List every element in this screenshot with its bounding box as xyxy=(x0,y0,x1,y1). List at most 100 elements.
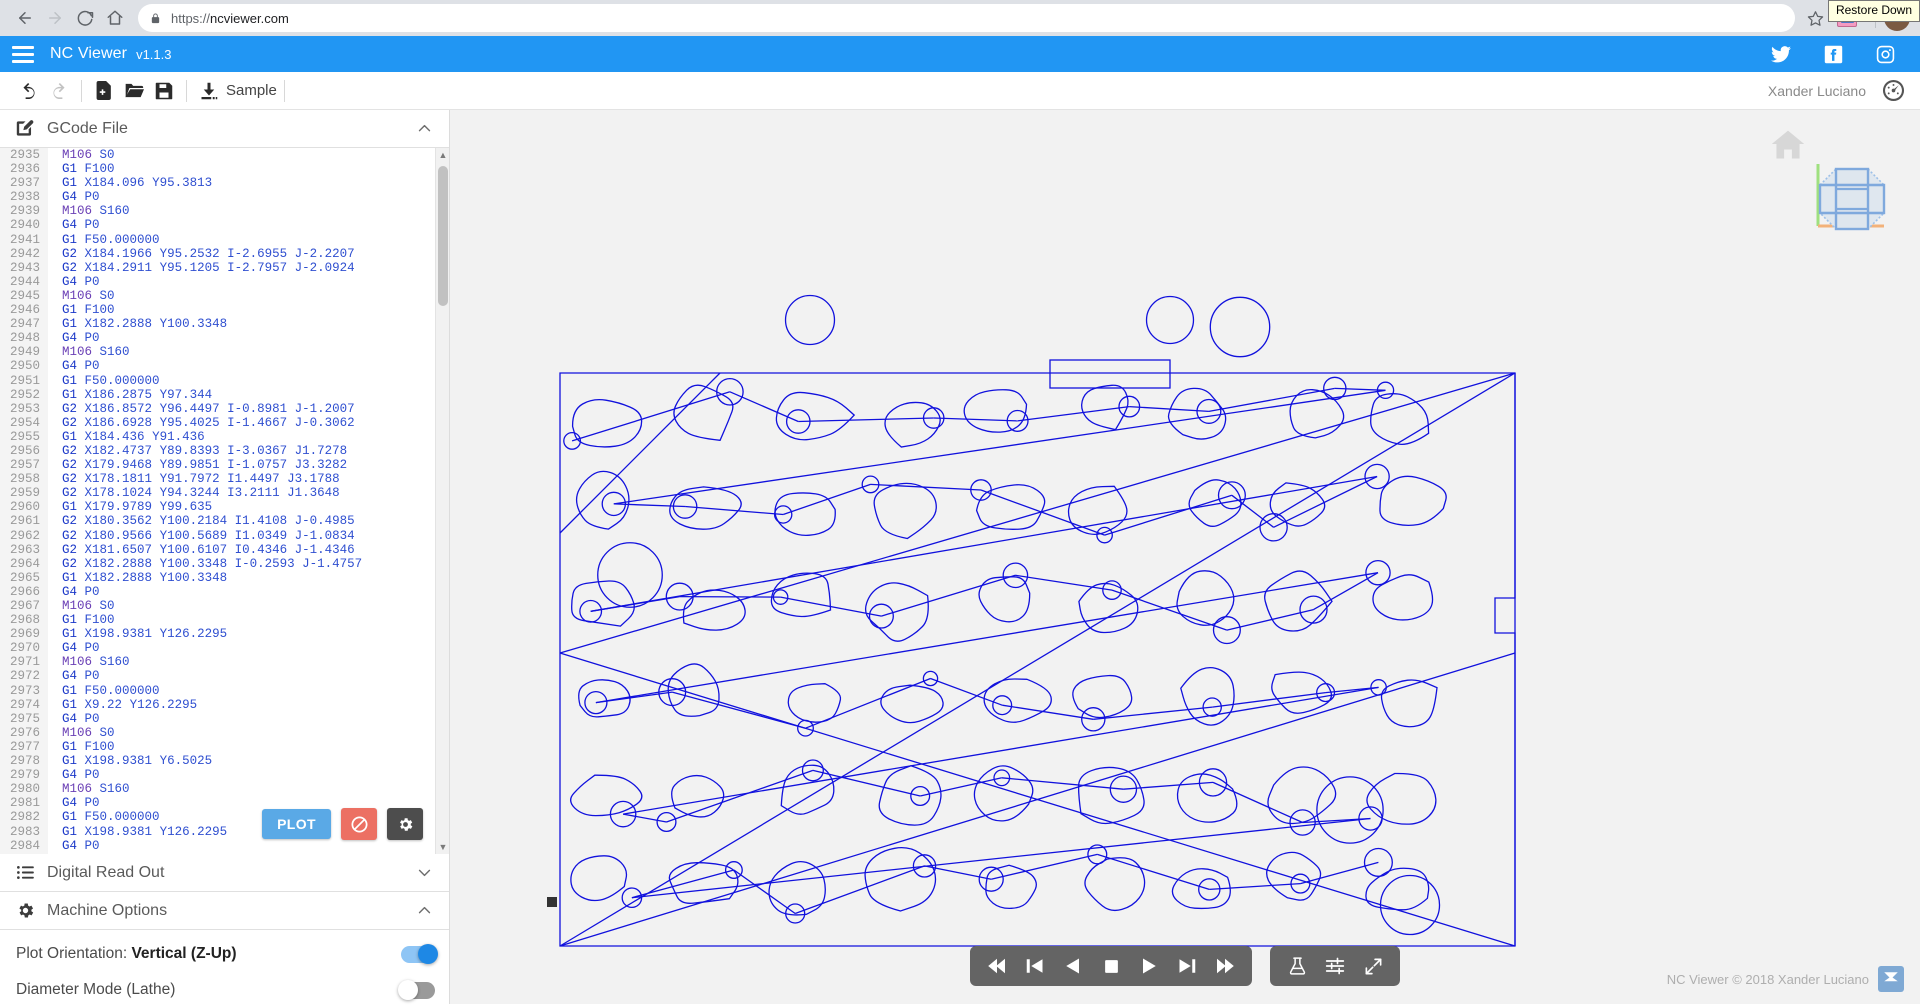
editor-settings-button[interactable] xyxy=(387,808,423,840)
gcode-line[interactable]: 2975 G4 P0 xyxy=(0,711,435,726)
gcode-line[interactable]: 2953 G2 X186.8572 Y96.4497 I-0.8981 J-1.2… xyxy=(0,401,435,416)
gcode-line[interactable]: 2970 G4 P0 xyxy=(0,641,435,656)
option-label: Diameter Mode (Lathe) xyxy=(16,981,401,999)
gcode-line[interactable]: 2937 G1 X184.096 Y95.3813 xyxy=(0,176,435,191)
gcode-line[interactable]: 2974 G1 X9.22 Y126.2295 xyxy=(0,697,435,712)
gcode-line[interactable]: 2956 G2 X182.4737 Y89.8393 I-3.0367 J1.72… xyxy=(0,443,435,459)
gcode-line[interactable]: 2978 G1 X198.9381 Y6.5025 xyxy=(0,754,435,769)
browser-back-button[interactable] xyxy=(10,3,40,33)
plot-button[interactable]: PLOT xyxy=(262,809,331,839)
browser-forward-button[interactable] xyxy=(40,3,70,33)
gcode-line-number: 2960 xyxy=(0,500,48,515)
gcode-line[interactable]: 2965 G1 X182.2888 Y100.3348 xyxy=(0,570,435,585)
chevron-up-icon[interactable] xyxy=(416,120,433,137)
panel-header-machine-options[interactable]: Machine Options xyxy=(0,892,449,930)
gcode-line[interactable]: 2942 G2 X184.1966 Y95.2532 I-2.6955 J-2.2… xyxy=(0,246,435,261)
step-back-button[interactable] xyxy=(1024,955,1046,977)
open-file-button[interactable] xyxy=(119,76,149,106)
gcode-line[interactable]: 2973 G1 F50.000000 xyxy=(0,683,435,698)
undo-button[interactable] xyxy=(14,76,44,106)
editor-scrollbar[interactable]: ▲ ▼ xyxy=(435,148,449,854)
new-file-button[interactable] xyxy=(89,76,119,106)
gcode-line[interactable]: 2976 M106 S0 xyxy=(0,725,435,740)
gcode-line[interactable]: 2968 G1 F100 xyxy=(0,613,435,628)
sample-button[interactable]: Sample xyxy=(194,76,277,106)
ncviewer-logo xyxy=(1878,966,1904,992)
plot-viewport[interactable]: NC Viewer © 2018 Xander Luciano xyxy=(450,110,1920,1004)
chevron-up-icon[interactable] xyxy=(416,902,433,919)
scroll-down-arrow[interactable]: ▼ xyxy=(436,840,449,854)
save-file-button[interactable] xyxy=(149,76,179,106)
play-reverse-button[interactable] xyxy=(1062,955,1084,977)
expand-icon[interactable] xyxy=(1362,955,1384,977)
toolpath-segment xyxy=(770,572,832,618)
rewind-to-start-button[interactable] xyxy=(986,955,1008,977)
gcode-line[interactable]: 2959 G2 X178.1024 Y94.3244 I3.2111 J1.364… xyxy=(0,486,435,501)
gcode-line[interactable]: 2951 G1 F50.000000 xyxy=(0,373,435,388)
gcode-line[interactable]: 2939 M106 S160 xyxy=(0,204,435,219)
toolpath-segment xyxy=(1269,482,1326,527)
gcode-line[interactable]: 2954 G2 X186.6928 Y95.4025 I-1.4667 J-0.3… xyxy=(0,415,435,430)
fast-forward-to-end-button[interactable] xyxy=(1214,955,1236,977)
gcode-line[interactable]: 2962 G2 X180.9566 Y100.5689 I1.0349 J-1.0… xyxy=(0,528,435,543)
gcode-line[interactable]: 2947 G1 X182.2888 Y100.3348 xyxy=(0,317,435,332)
browser-home-button[interactable] xyxy=(100,3,130,33)
play-button[interactable] xyxy=(1138,955,1160,977)
gcode-line[interactable]: 2969 G1 X198.9381 Y126.2295 xyxy=(0,627,435,642)
panel-header-dro[interactable]: Digital Read Out xyxy=(0,854,449,892)
browser-reload-button[interactable] xyxy=(70,3,100,33)
twitter-icon[interactable] xyxy=(1770,43,1792,65)
gcode-line[interactable]: 2948 G4 P0 xyxy=(0,331,435,346)
gcode-line[interactable]: 2938 G4 P0 xyxy=(0,190,435,205)
gcode-line[interactable]: 2964 G2 X182.2888 Y100.3348 I-0.2593 J-1.… xyxy=(0,556,435,571)
redo-button[interactable] xyxy=(44,76,74,106)
gcode-line[interactable]: 2979 G4 P0 xyxy=(0,768,435,783)
gcode-line[interactable]: 2940 G4 P0 xyxy=(0,218,435,233)
gcode-line[interactable]: 2946 G1 F100 xyxy=(0,303,435,318)
chevron-down-icon[interactable] xyxy=(416,864,433,881)
panel-header-gcode[interactable]: GCode File xyxy=(0,110,449,148)
gcode-line[interactable]: 2960 G1 X179.9789 Y99.635 xyxy=(0,500,435,515)
gcode-line[interactable]: 2950 G4 P0 xyxy=(0,359,435,374)
hamburger-menu-icon[interactable] xyxy=(12,45,34,63)
gcode-line[interactable]: 2944 G4 P0 xyxy=(0,274,435,289)
stop-plot-button[interactable] xyxy=(341,808,377,840)
gcode-line[interactable]: 2957 G2 X179.9468 Y89.9851 I-1.0757 J3.32… xyxy=(0,458,435,473)
gcode-line[interactable]: 2935 M106 S0 xyxy=(0,148,435,163)
sliders-icon[interactable] xyxy=(1324,955,1346,977)
address-bar[interactable]: https://ncviewer.com xyxy=(138,4,1795,32)
gcode-line[interactable]: 2941 G1 F50.000000 xyxy=(0,232,435,247)
gcode-line[interactable]: 2985M106 S0 xyxy=(0,852,435,854)
flask-icon[interactable] xyxy=(1286,955,1308,977)
user-name[interactable]: Xander Luciano xyxy=(1768,83,1866,99)
gcode-line[interactable]: 2949 M106 S160 xyxy=(0,345,435,360)
scroll-up-arrow[interactable]: ▲ xyxy=(436,148,449,162)
gcode-line[interactable]: 2984 G4 P0 xyxy=(0,838,435,853)
bookmark-star-icon[interactable] xyxy=(1801,4,1829,32)
gcode-line[interactable]: 2977 G1 F100 xyxy=(0,739,435,755)
gcode-line[interactable]: 2943 G2 X184.2911 Y95.1205 I-2.7957 J-2.0… xyxy=(0,260,435,275)
step-forward-button[interactable] xyxy=(1176,955,1198,977)
gcode-line[interactable]: 2952 G1 X186.2875 Y97.344 xyxy=(0,387,435,402)
stop-button[interactable] xyxy=(1100,955,1122,977)
gcode-line[interactable]: 2980 M106 S160 xyxy=(0,782,435,797)
gcode-line[interactable]: 2955 G1 X184.436 Y91.436 xyxy=(0,429,435,444)
instagram-icon[interactable] xyxy=(1874,43,1896,65)
plot-orientation-toggle[interactable] xyxy=(401,944,438,964)
diameter-mode-toggle[interactable] xyxy=(398,980,435,1000)
gcode-line[interactable]: 2971 M106 S160 xyxy=(0,655,435,670)
gcode-line[interactable]: 2958 G2 X178.1811 Y91.7972 I1.4497 J3.178… xyxy=(0,472,435,487)
facebook-icon[interactable] xyxy=(1822,43,1844,65)
dashboard-gauge-icon[interactable] xyxy=(1880,78,1906,104)
gcode-lines[interactable]: 2935 M106 S0 2936 G1 F100 2937 G1 X184.096 Y9… xyxy=(0,148,435,854)
gcode-line[interactable]: 2945 M106 S0 xyxy=(0,288,435,304)
gcode-line[interactable]: 2961 G2 X180.3562 Y100.2184 I1.4108 J-0.4… xyxy=(0,514,435,529)
gcode-line[interactable]: 2967 M106 S0 xyxy=(0,599,435,614)
gcode-line[interactable]: 2936 G1 F100 xyxy=(0,162,435,177)
gcode-line-number: 2938 xyxy=(0,190,48,205)
gcode-editor[interactable]: 2935 M106 S0 2936 G1 F100 2937 G1 X184.096 Y9… xyxy=(0,148,449,854)
gcode-line[interactable]: 2972 G4 P0 xyxy=(0,669,435,684)
scrollbar-thumb[interactable] xyxy=(438,166,448,306)
gcode-line[interactable]: 2963 G2 X181.6507 Y100.6107 I0.4346 J-1.4… xyxy=(0,542,435,557)
gcode-line[interactable]: 2966 G4 P0 xyxy=(0,584,435,599)
